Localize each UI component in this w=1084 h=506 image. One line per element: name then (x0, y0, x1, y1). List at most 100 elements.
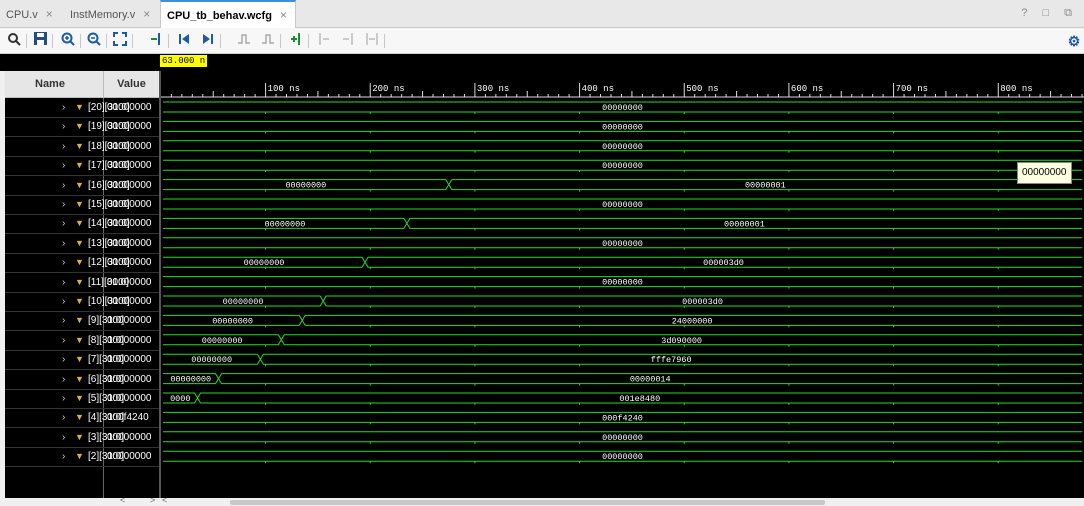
expand-chevron-icon[interactable]: › (62, 331, 65, 350)
scrollbar-thumb[interactable] (230, 500, 825, 505)
waveform-row: 00000000 00000001 (163, 217, 1082, 231)
expand-chevron-icon[interactable]: › (62, 350, 65, 369)
bus-signal-icon: ▼ (75, 354, 84, 364)
go-to-start-icon[interactable] (176, 32, 192, 50)
scroll-left-icon[interactable]: < (120, 495, 125, 505)
name-column-header[interactable]: Name (5, 71, 104, 98)
expand-chevron-icon[interactable]: › (62, 389, 65, 408)
tab-cpu-v[interactable]: CPU.v × (6, 0, 53, 28)
bus-signal-icon: ▼ (75, 412, 84, 422)
signal-row-name[interactable]: › ▼ [3][31:0] (5, 428, 124, 447)
close-icon[interactable]: × (143, 7, 150, 21)
signal-row-name[interactable]: › ▼ [18][31:0] (5, 137, 130, 156)
expand-chevron-icon[interactable]: › (62, 273, 65, 292)
signal-row-name[interactable]: › ▼ [14][31:0] (5, 214, 130, 233)
waveform-row: 00000000 000003d0 (163, 295, 1082, 308)
expand-chevron-icon[interactable]: › (62, 447, 65, 466)
expand-chevron-icon[interactable]: › (62, 214, 65, 233)
expand-chevron-icon[interactable]: › (62, 428, 65, 447)
go-to-end-icon[interactable] (200, 32, 216, 50)
waveform-canvas[interactable]: 100 ns 200 ns 300 ns 400 ns 500 ns 600 ns 700 … (161, 71, 1084, 498)
settings-icon[interactable]: ⚙ (1066, 32, 1082, 50)
bus-value-label: 3d090000 (661, 336, 702, 346)
bus-value-label: 000003d0 (703, 258, 744, 268)
next-transition-icon[interactable] (260, 32, 276, 50)
bus-signal-icon: ▼ (75, 296, 84, 306)
expand-chevron-icon[interactable]: › (62, 176, 65, 195)
scroll-left-icon[interactable]: < (162, 495, 167, 505)
cursor-time-label[interactable]: 63.000 n (160, 55, 208, 67)
zoom-in-icon[interactable] (60, 32, 76, 50)
expand-chevron-icon[interactable]: › (62, 156, 65, 175)
zoom-out-icon[interactable] (86, 32, 102, 50)
next-marker-icon[interactable] (340, 32, 356, 50)
bus-value-label: 00000000 (602, 452, 643, 462)
ruler-tick-label: 400 ns (582, 84, 614, 94)
save-icon[interactable] (32, 32, 48, 50)
expand-chevron-icon[interactable]: › (62, 98, 65, 117)
bus-signal-icon: ▼ (75, 141, 84, 151)
expand-chevron-icon[interactable]: › (62, 311, 65, 330)
search-icon[interactable] (6, 32, 22, 50)
close-icon[interactable]: × (280, 8, 287, 22)
waveform-row: 00000000 (163, 450, 1082, 464)
bus-value-label: 00000000 (602, 433, 643, 443)
signal-row-name[interactable]: › ▼ [19][31:0] (5, 117, 130, 136)
waveform-row: 000f4240 (163, 411, 1082, 425)
bus-value-label: 00000000 (244, 258, 285, 268)
bus-value-label: 00000000 (602, 278, 643, 288)
zoom-fit-icon[interactable] (112, 32, 128, 50)
signal-row-name[interactable]: › ▼ [9][31:0] (5, 311, 124, 330)
signal-row-name[interactable]: › ▼ [8][31:0] (5, 331, 124, 350)
signal-row-name[interactable]: › ▼ [6][31:0] (5, 370, 124, 389)
signal-row-name[interactable]: › ▼ [15][31:0] (5, 195, 130, 214)
bus-signal-icon: ▼ (75, 335, 84, 345)
add-marker-icon[interactable] (288, 32, 304, 50)
expand-chevron-icon[interactable]: › (62, 234, 65, 253)
bus-value-label: 00000000 (602, 103, 643, 113)
signal-row-name[interactable]: › ▼ [13][31:0] (5, 234, 130, 253)
expand-chevron-icon[interactable]: › (62, 195, 65, 214)
expand-chevron-icon[interactable]: › (62, 292, 65, 311)
close-icon[interactable]: × (46, 7, 53, 21)
expand-chevron-icon[interactable]: › (62, 117, 65, 136)
signal-row-name[interactable]: › ▼ [4][31:0] (5, 408, 124, 427)
expand-chevron-icon[interactable]: › (62, 408, 65, 427)
expand-chevron-icon[interactable]: › (62, 253, 65, 272)
signal-row-name[interactable]: › ▼ [5][31:0] (5, 389, 124, 408)
waveform-row: 00000000 24000000 (163, 314, 1082, 328)
signal-row-name[interactable]: › ▼ [16][31:0] (5, 176, 130, 195)
tab-label: CPU.v (6, 9, 38, 21)
window-controls[interactable]: ? □ ⧉ (1021, 7, 1078, 20)
tab-cpu-tb-behav-wcfg[interactable]: CPU_tb_behav.wcfg × (160, 0, 296, 28)
bus-value-label: fffe7960 (651, 355, 692, 365)
bus-signal-icon: ▼ (75, 277, 84, 287)
signal-row-name[interactable]: › ▼ [11][31:0] (5, 273, 129, 292)
time-ruler: 100 ns 200 ns 300 ns 400 ns 500 ns 600 ns 700 … (161, 83, 1084, 98)
waveform-row: 00000000 00000001 (163, 179, 1082, 192)
signal-row-name[interactable]: › ▼ [12][31:0] (5, 253, 130, 272)
signal-row-name[interactable]: › ▼ [7][31:0] (5, 350, 124, 369)
go-to-cursor-icon[interactable] (148, 32, 164, 50)
bus-value-label: 001e8480 (619, 394, 660, 404)
signal-row-name[interactable]: › ▼ [2][31:0] (5, 447, 124, 466)
waveform-row: 00000000 (163, 101, 1082, 114)
previous-marker-icon[interactable] (316, 32, 332, 50)
waveform-row: 00000000 00000014 (163, 373, 1082, 386)
waveform-area[interactable]: 100 ns 200 ns 300 ns 400 ns 500 ns 600 ns 700 … (159, 71, 1084, 498)
bus-value-label: 00000001 (724, 219, 765, 229)
signal-row-name[interactable]: › ▼ [10][31:0] (5, 292, 130, 311)
tab-instmemory-v[interactable]: InstMemory.v × (70, 0, 150, 28)
ruler-tick-label: 700 ns (896, 84, 928, 94)
bus-signal-icon: ▼ (75, 160, 84, 170)
scroll-right-icon[interactable]: > (150, 495, 155, 505)
waveform-row: 00000000 (163, 276, 1082, 289)
signal-row-name[interactable]: › ▼ [17][31:0] (5, 156, 130, 175)
expand-chevron-icon[interactable]: › (62, 370, 65, 389)
previous-transition-icon[interactable] (236, 32, 252, 50)
expand-chevron-icon[interactable]: › (62, 137, 65, 156)
value-column-header[interactable]: Value (104, 71, 159, 98)
signal-row-name[interactable]: › ▼ [20][31:0] (5, 98, 130, 117)
bus-signal-icon: ▼ (75, 218, 84, 228)
swap-cursors-icon[interactable] (364, 32, 380, 50)
